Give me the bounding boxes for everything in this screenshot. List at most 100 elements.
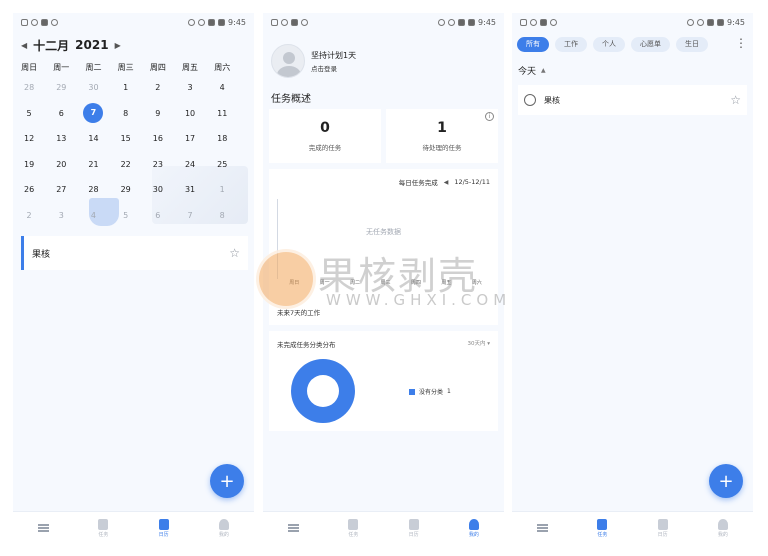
calendar-day[interactable]: 18 [206,134,238,143]
calendar-day-number: 20 [56,159,67,169]
calendar-day[interactable]: 30 [142,185,174,194]
nav-tasks[interactable]: 任务 [81,518,125,538]
calendar-day-number: 17 [184,134,196,144]
calendar-day-number: 16 [152,134,163,144]
calendar-day[interactable]: 27 [45,185,77,194]
dist-range-dropdown[interactable]: 30天内 ▾ [467,339,490,349]
calendar-day[interactable]: 5 [13,109,45,118]
calendar-day[interactable]: 13 [45,134,77,143]
daily-range: 12/5-12/11 [454,178,490,186]
calendar-day[interactable]: 10 [174,109,206,118]
calendar-day[interactable]: 30 [77,83,109,92]
calendar-day[interactable]: 28 [13,83,45,92]
overview-title: 任务概述 [271,94,311,105]
star-icon[interactable]: ☆ [229,246,240,260]
legend: 没有分类 1 [409,387,451,396]
calendar-day[interactable]: 26 [13,185,45,194]
calendar-day[interactable]: 15 [110,134,142,143]
calendar-day[interactable]: 12 [13,134,45,143]
nav-calendar[interactable]: 日历 [142,518,186,538]
calendar-day-number: 31 [184,185,196,195]
add-task-button[interactable]: + [709,464,743,498]
dist-header: 未完成任务分类分布 30天内 ▾ [269,331,498,349]
notification-icon [301,18,308,26]
calendar-day-number: 6 [58,108,64,118]
calendar-day[interactable]: 8 [206,211,238,220]
next-month-icon[interactable]: ▶ [115,41,121,50]
calendar-day[interactable]: 16 [142,134,174,143]
calendar-day[interactable]: 29 [45,83,77,92]
calendar-day[interactable]: 6 [45,109,77,118]
calendar-day[interactable]: 6 [142,211,174,220]
nav-calendar[interactable]: 日历 [392,518,436,538]
calendar-day[interactable]: 17 [174,134,206,143]
nav-profile[interactable]: 我的 [202,518,246,538]
calendar-day[interactable]: 2 [142,83,174,92]
chevron-down-icon: ▾ [487,341,490,347]
task-item[interactable]: 果核 ☆ [518,85,747,115]
nav-menu[interactable] [271,523,315,532]
calendar-day[interactable]: 29 [110,185,142,194]
more-vert-icon[interactable]: ⋮ [731,36,747,50]
chip-personal[interactable]: 个人 [593,36,625,52]
nav-label: 我的 [218,531,229,538]
completed-card[interactable]: 0 完成的任务 [269,109,381,163]
profile-icon [717,518,728,530]
info-icon[interactable]: i [485,112,494,121]
calendar-week-row: 12 13 14 15 16 17 18 [13,126,254,152]
calendar-day-number: 1 [123,83,129,93]
nav-menu[interactable] [520,523,564,532]
calendar-day[interactable]: 14 [77,134,109,143]
calendar-day[interactable]: 23 [142,160,174,169]
prev-month-icon[interactable]: ◀ [21,41,27,50]
calendar-day[interactable]: 8 [110,109,142,118]
chip-all[interactable]: 所有 [517,36,549,52]
nav-menu[interactable] [21,523,65,532]
calendar-day-number: 2 [26,210,32,220]
battery-icon [468,18,476,26]
checkbox-circle-icon[interactable] [524,94,536,106]
daily-title: 每日任务完成 [398,179,438,187]
calendar-day[interactable]: 7 [174,211,206,220]
calendar-day[interactable]: 25 [206,160,238,169]
pending-card[interactable]: i 1 待处理的任务 [386,109,498,163]
login-link[interactable]: 点击登录 [311,63,356,73]
calendar-day[interactable]: 19 [13,160,45,169]
status-bar: 9:45 [263,13,504,31]
calendar-day[interactable]: 3 [45,211,77,220]
nav-tasks[interactable]: 任务 [580,518,624,538]
nav-profile[interactable]: 我的 [701,518,745,538]
calendar-day[interactable]: 4 [77,211,109,220]
calendar-day[interactable]: 1 [110,83,142,92]
calendar-day[interactable]: 28 [77,185,109,194]
nav-tasks[interactable]: 任务 [331,518,375,538]
calendar-day[interactable]: 20 [45,160,77,169]
add-task-button[interactable]: + [210,464,244,498]
calendar-day[interactable]: 7 [77,103,109,124]
nav-profile[interactable]: 我的 [452,518,496,538]
calendar-day[interactable]: 3 [174,83,206,92]
calendar-day[interactable]: 4 [206,83,238,92]
weekday-row: 周日 周一 周二 周三 周四 周五 周六 [13,59,254,75]
calendar-day[interactable]: 2 [13,211,45,220]
profile-header[interactable]: 坚持计划1天 点击登录 [263,31,504,91]
calendar-day[interactable]: 9 [142,109,174,118]
chip-work[interactable]: 工作 [555,36,587,52]
avatar[interactable] [271,44,305,78]
nav-calendar[interactable]: 日历 [641,518,685,538]
calendar-day[interactable]: 1 [206,185,238,194]
prev-week-icon[interactable]: ◀ [444,179,449,186]
day-label: 周一 [319,280,330,286]
notification-icon [530,18,537,26]
calendar-day[interactable]: 11 [206,109,238,118]
calendar-day[interactable]: 22 [110,160,142,169]
chip-birthday[interactable]: 生日 [676,36,708,52]
calendar-task-item[interactable]: 果核 ☆ [21,236,248,270]
chip-wishlist[interactable]: 心愿单 [631,36,670,52]
star-icon[interactable]: ☆ [730,93,741,107]
group-today[interactable]: 今天 ▲ [512,59,753,81]
calendar-day[interactable]: 21 [77,160,109,169]
calendar-day[interactable]: 31 [174,185,206,194]
calendar-day[interactable]: 5 [110,211,142,220]
calendar-day[interactable]: 24 [174,160,206,169]
